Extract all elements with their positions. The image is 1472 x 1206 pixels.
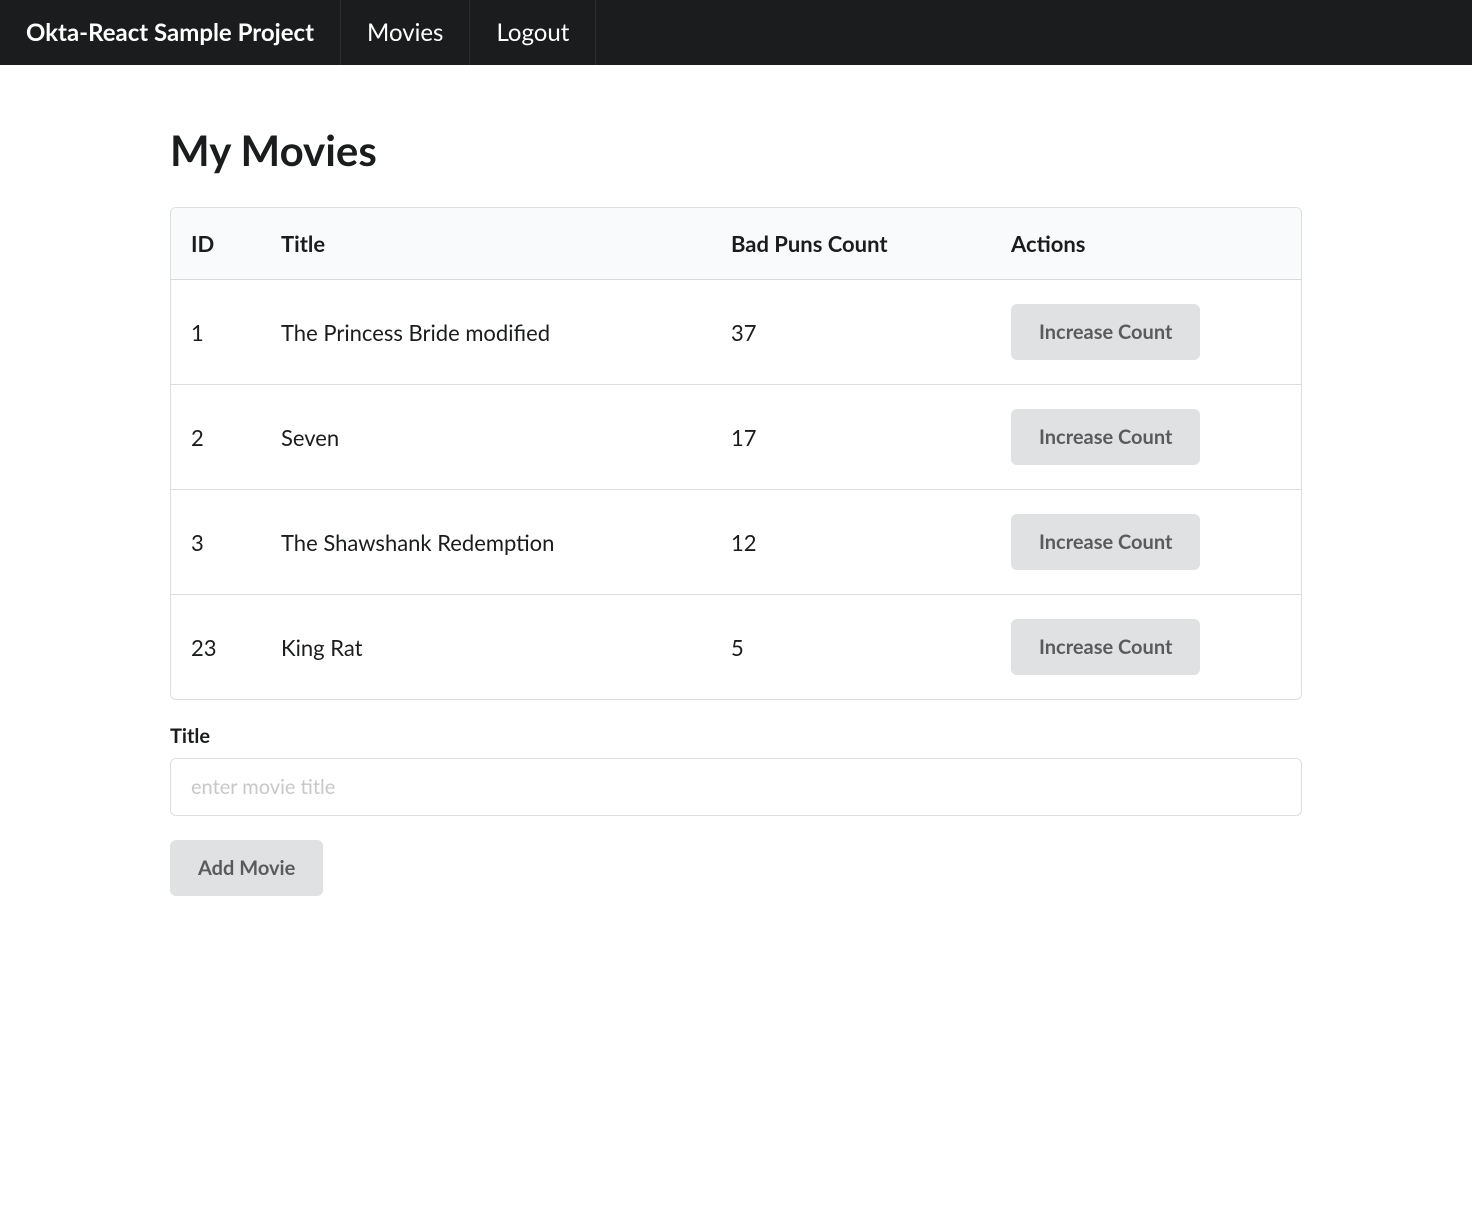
cell-actions: Increase Count bbox=[991, 385, 1301, 490]
cell-id: 1 bbox=[171, 280, 261, 385]
page-title: My Movies bbox=[170, 125, 1302, 175]
cell-puns: 12 bbox=[711, 490, 991, 595]
cell-id: 23 bbox=[171, 595, 261, 700]
table-row: 3 The Shawshank Redemption 12 Increase C… bbox=[171, 490, 1301, 595]
increase-count-button[interactable]: Increase Count bbox=[1011, 619, 1200, 675]
cell-id: 3 bbox=[171, 490, 261, 595]
nav-movies[interactable]: Movies bbox=[341, 0, 470, 65]
cell-puns: 5 bbox=[711, 595, 991, 700]
cell-title: Seven bbox=[261, 385, 711, 490]
add-movie-button[interactable]: Add Movie bbox=[170, 840, 323, 896]
header-title: Title bbox=[261, 208, 711, 280]
movies-table-wrapper: ID Title Bad Puns Count Actions 1 The Pr… bbox=[170, 207, 1302, 700]
cell-actions: Increase Count bbox=[991, 490, 1301, 595]
cell-title: The Princess Bride modified bbox=[261, 280, 711, 385]
cell-puns: 17 bbox=[711, 385, 991, 490]
add-movie-form: Title Add Movie bbox=[170, 724, 1302, 896]
movies-table: ID Title Bad Puns Count Actions 1 The Pr… bbox=[171, 208, 1301, 699]
cell-title: The Shawshank Redemption bbox=[261, 490, 711, 595]
navbar: Okta-React Sample Project Movies Logout bbox=[0, 0, 1472, 65]
header-id: ID bbox=[171, 208, 261, 280]
table-row: 23 King Rat 5 Increase Count bbox=[171, 595, 1301, 700]
cell-title: King Rat bbox=[261, 595, 711, 700]
title-label: Title bbox=[170, 724, 1302, 748]
movie-title-input[interactable] bbox=[170, 758, 1302, 816]
increase-count-button[interactable]: Increase Count bbox=[1011, 514, 1200, 570]
cell-actions: Increase Count bbox=[991, 280, 1301, 385]
increase-count-button[interactable]: Increase Count bbox=[1011, 409, 1200, 465]
table-row: 1 The Princess Bride modified 37 Increas… bbox=[171, 280, 1301, 385]
header-actions: Actions bbox=[991, 208, 1301, 280]
table-row: 2 Seven 17 Increase Count bbox=[171, 385, 1301, 490]
increase-count-button[interactable]: Increase Count bbox=[1011, 304, 1200, 360]
cell-puns: 37 bbox=[711, 280, 991, 385]
nav-logout[interactable]: Logout bbox=[470, 0, 596, 65]
cell-id: 2 bbox=[171, 385, 261, 490]
header-puns: Bad Puns Count bbox=[711, 208, 991, 280]
navbar-brand[interactable]: Okta-React Sample Project bbox=[0, 0, 341, 65]
cell-actions: Increase Count bbox=[991, 595, 1301, 700]
